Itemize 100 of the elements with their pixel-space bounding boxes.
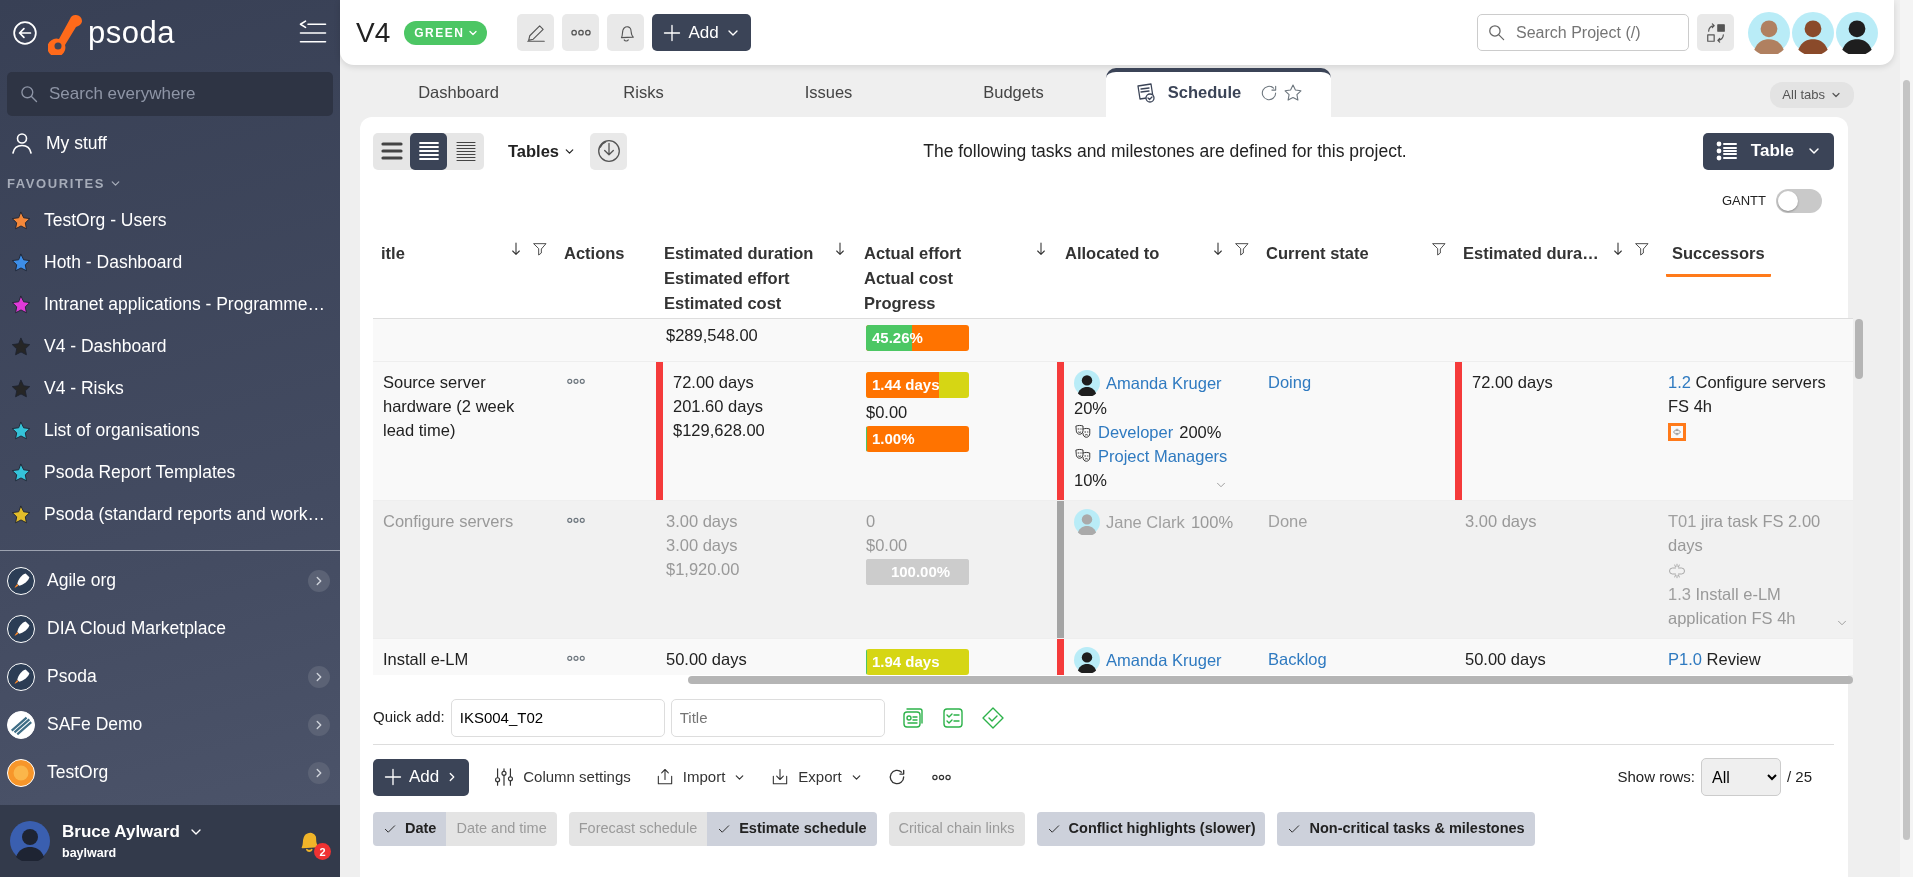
column-header[interactable]: Actual effort (864, 241, 962, 266)
title-field[interactable]: Title (670, 698, 885, 737)
favourite-link[interactable]: Psoda (standard reports and work… (44, 501, 326, 528)
organisation-link[interactable]: DIA Cloud Marketplace (47, 615, 330, 642)
back-button[interactable] (12, 20, 38, 46)
user-name[interactable]: Bruce Aylward (62, 818, 180, 845)
actions-button[interactable] (566, 517, 586, 524)
project-title: V4 (356, 15, 391, 50)
column-header[interactable]: Successors (1666, 241, 1771, 277)
column-header[interactable]: Allocated to (1065, 241, 1160, 266)
organisation-link[interactable]: Psoda (47, 663, 296, 690)
import-dropdown[interactable]: Import (654, 765, 747, 789)
role-link[interactable]: Developer (1098, 420, 1174, 444)
favourite-link[interactable]: List of organisations (44, 417, 200, 444)
role-icon (1074, 423, 1092, 441)
scrollbar[interactable] (688, 676, 1853, 684)
filter-toggle[interactable]: Estimate schedule (707, 812, 877, 846)
rows-select[interactable]: All (1700, 758, 1781, 796)
export-dropdown[interactable]: Export (770, 765, 863, 789)
actions-button[interactable] (566, 654, 586, 662)
task-link[interactable]: P1.0 (1668, 649, 1702, 668)
add-button[interactable]: Add (652, 14, 751, 51)
avatar (10, 821, 50, 861)
tab[interactable]: Issues (736, 68, 921, 117)
app-name: psoda (88, 13, 175, 52)
column-header[interactable]: Actual cost (864, 265, 953, 291)
cell-text: 72.00 days (673, 372, 754, 393)
toggle-label: GANTT (1721, 192, 1766, 211)
expand-button[interactable] (308, 569, 330, 592)
list-icon (1714, 139, 1739, 163)
organisation-link[interactable]: SAFe Demo (47, 711, 296, 738)
gantt-toggle[interactable] (1776, 189, 1822, 213)
organisation-link[interactable]: Agile org (47, 567, 296, 594)
state-link[interactable]: Doing (1268, 373, 1312, 391)
task-link[interactable]: 1.2 (1668, 373, 1691, 391)
favourite-link[interactable]: Hoth - Dashboard (44, 249, 183, 276)
menu-item[interactable]: My stuff (46, 129, 107, 157)
column-header[interactable]: Estimated dura… (1463, 241, 1599, 266)
role-icon (1074, 447, 1092, 465)
column-header[interactable]: Estimated duration (664, 241, 814, 266)
favourite-link[interactable]: V4 - Risks (44, 375, 124, 402)
column-header[interactable]: Progress (864, 290, 936, 316)
filter-toggle[interactable]: Non-critical tasks & milestones (1277, 812, 1535, 846)
task-title[interactable]: Install e-LM (383, 646, 546, 671)
table-view-dropdown[interactable]: Table (1702, 132, 1834, 170)
notify-button[interactable] (607, 14, 645, 51)
column-header[interactable]: itle (381, 241, 405, 266)
cell-text: 50.00 days (666, 648, 747, 670)
tab[interactable]: Dashboard (366, 68, 551, 117)
cell-text: 3.00 days (666, 535, 738, 556)
column-header[interactable]: Actions (564, 241, 625, 266)
column-header[interactable]: Current state (1266, 241, 1369, 266)
add-task-button[interactable] (900, 705, 925, 730)
avatar (1792, 11, 1834, 54)
tab-label: Schedule (1167, 82, 1242, 104)
expand-button[interactable] (308, 713, 330, 736)
code-field[interactable]: IKS004_T02 (450, 698, 665, 737)
cell-text: 50.00 days (1465, 648, 1546, 670)
expand-button[interactable] (308, 665, 330, 688)
card-icon (900, 705, 925, 730)
download-button[interactable] (590, 132, 628, 170)
role-link[interactable]: Project Managers (1098, 444, 1228, 468)
scrollbar[interactable] (1855, 319, 1863, 379)
more-button[interactable] (930, 773, 952, 781)
swap-icon (1704, 21, 1727, 44)
filter-toggle[interactable]: Date (373, 812, 447, 846)
search-field[interactable]: Search Project (/) (1477, 14, 1689, 51)
actions-button[interactable] (566, 378, 586, 385)
favourite-link[interactable]: Psoda Report Templates (44, 459, 236, 486)
section-heading[interactable]: FAVOURITES (7, 174, 106, 194)
favourite-link[interactable]: V4 - Dashboard (44, 333, 167, 360)
switch-button[interactable] (1697, 14, 1734, 51)
scrollbar[interactable] (1903, 80, 1910, 840)
cell-text: 200% (1179, 422, 1222, 443)
add-milestone-button[interactable] (980, 705, 1005, 730)
column-header[interactable]: Estimated effort (664, 265, 790, 291)
cell-text: 72.00 days (1472, 372, 1553, 393)
favourite-link[interactable]: TestOrg - Users (44, 207, 167, 234)
filter-toggle[interactable]: Conflict highlights (slower) (1036, 812, 1266, 846)
person-link[interactable]: Amanda Kruger (1106, 647, 1222, 672)
add-button[interactable]: Add (373, 758, 470, 796)
tab[interactable]: Budgets (921, 68, 1106, 117)
search-field[interactable]: Search everywhere (7, 72, 333, 116)
column-header[interactable]: Estimated cost (664, 290, 782, 316)
tables-dropdown[interactable]: Tables (502, 137, 583, 165)
column-settings-button[interactable]: Column settings (493, 765, 631, 789)
tab[interactable]: Schedule (1106, 68, 1331, 117)
task-title[interactable]: Source server hardware (2 week lead time) (383, 370, 546, 442)
state-link[interactable]: Backlog (1268, 649, 1327, 668)
add-checklist-button[interactable] (940, 705, 965, 730)
org-logo-icon (7, 710, 35, 739)
description-text: The following tasks and milestones are defined for this project. (922, 139, 1408, 163)
expand-button[interactable] (308, 761, 330, 784)
density-button[interactable] (410, 132, 447, 170)
person-link[interactable]: Amanda Kruger (1106, 371, 1222, 395)
tab[interactable]: Risks (551, 68, 736, 117)
organisation-link[interactable]: TestOrg (47, 759, 296, 786)
all-tabs-dropdown[interactable]: All tabs (1770, 82, 1854, 108)
edit-button[interactable] (517, 14, 555, 51)
favourite-link[interactable]: Intranet applications - Programme… (44, 291, 326, 318)
